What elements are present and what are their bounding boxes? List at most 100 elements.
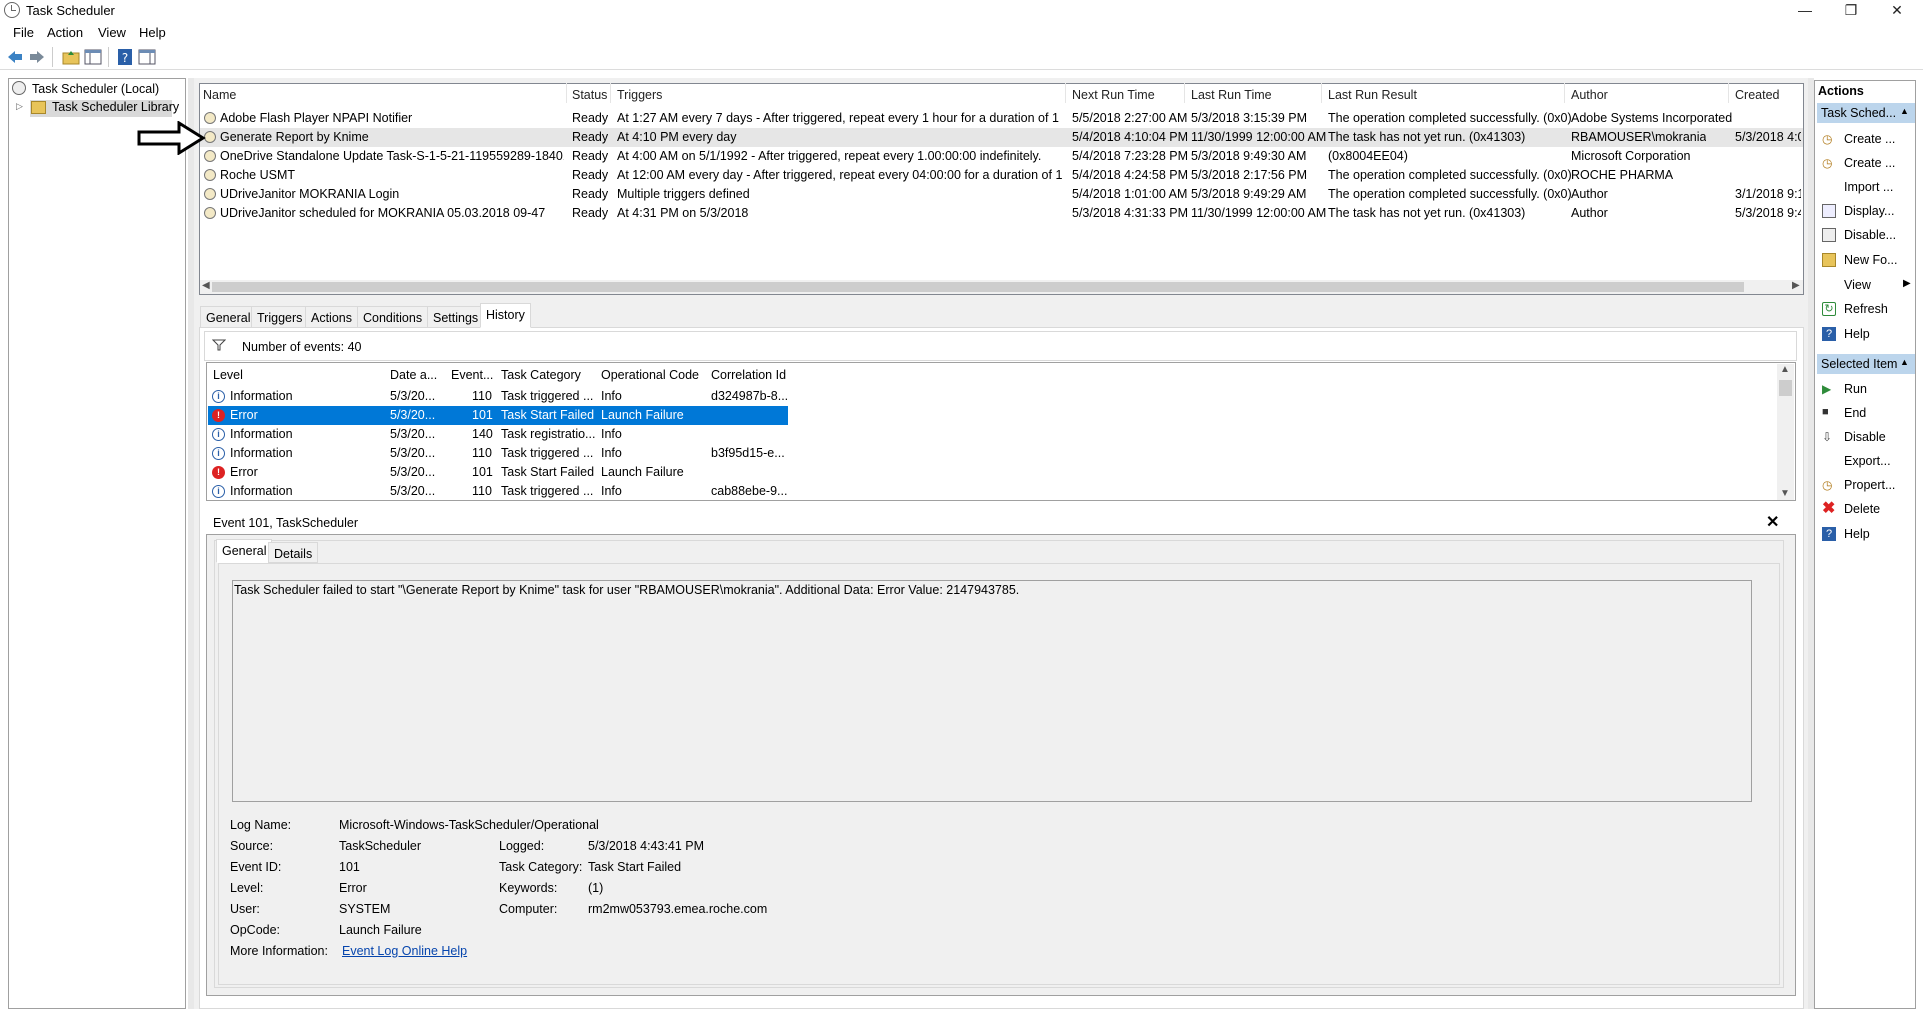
restore-icon[interactable]: ❐ [1828, 0, 1874, 22]
column-header-event-id[interactable]: Event... [451, 368, 493, 382]
task-name: Adobe Flash Player NPAPI Notifier [220, 111, 413, 125]
table-row[interactable]: OneDrive Standalone Update Task-S-1-5-21… [200, 147, 1803, 166]
action-create-task[interactable]: Create ... [1844, 156, 1895, 170]
collapse-up-icon[interactable]: ▲ [1900, 357, 1909, 367]
action-import[interactable]: Import ... [1844, 180, 1893, 194]
show-hide-console-tree-icon[interactable] [84, 48, 102, 66]
folder-up-icon[interactable] [62, 48, 80, 66]
task-next-run: 5/4/2018 4:10:04 PM [1072, 130, 1189, 144]
back-arrow-icon[interactable] [6, 48, 24, 66]
tree-item-task-scheduler-library[interactable]: Task Scheduler Library [52, 100, 179, 114]
action-display-running-tasks[interactable]: Display... [1844, 204, 1894, 218]
table-row[interactable]: Adobe Flash Player NPAPI Notifier Ready … [200, 109, 1803, 128]
event-row-selected[interactable]: ! Error 5/3/20... 101 Task Start Failed … [208, 406, 788, 425]
column-separator[interactable] [1184, 83, 1185, 103]
event-row[interactable]: i Information 5/3/20... 110 Task trigger… [208, 482, 788, 501]
action-new-folder[interactable]: New Fo... [1844, 253, 1898, 267]
show-hide-action-pane-icon[interactable] [138, 48, 156, 66]
help-icon[interactable]: ? [116, 48, 134, 66]
column-header-operational-code[interactable]: Operational Code [601, 368, 699, 382]
scroll-down-icon[interactable]: ▼ [1780, 488, 1790, 499]
tab-actions[interactable]: Actions [305, 306, 358, 328]
tab-general[interactable]: General [200, 306, 257, 328]
table-row-selected[interactable]: Generate Report by Knime Ready At 4:10 P… [200, 128, 1803, 147]
tab-event-details[interactable]: Details [268, 542, 319, 563]
action-help-selected[interactable]: Help [1844, 527, 1870, 541]
column-header-author[interactable]: Author [1571, 88, 1608, 102]
column-header-date[interactable]: Date a... [390, 368, 437, 382]
event-row[interactable]: ! Error 5/3/20... 101 Task Start Failed … [208, 463, 788, 482]
action-disable[interactable]: Disable [1844, 430, 1886, 444]
column-header-correlation-id[interactable]: Correlation Id [711, 368, 786, 382]
column-header-created[interactable]: Created [1735, 88, 1779, 102]
close-icon[interactable]: ✕ [1874, 0, 1920, 22]
table-row[interactable]: UDriveJanitor MOKRANIA Login Ready Multi… [200, 185, 1803, 204]
menu-help[interactable]: Help [139, 25, 166, 40]
table-row[interactable]: UDriveJanitor scheduled for MOKRANIA 05.… [200, 204, 1803, 223]
scroll-left-icon[interactable]: ◀ [202, 280, 210, 291]
action-delete[interactable]: Delete [1844, 502, 1880, 516]
event-log-online-help-link[interactable]: Event Log Online Help [342, 944, 467, 958]
event-id-label: Event ID: [230, 860, 282, 874]
scroll-right-icon[interactable]: ▶ [1792, 280, 1800, 291]
column-separator[interactable] [1728, 83, 1729, 103]
task-last-run: 5/3/2018 3:15:39 PM [1191, 111, 1308, 125]
table-row[interactable]: Roche USMT Ready At 12:00 AM every day -… [200, 166, 1803, 185]
action-create-basic-task[interactable]: Create ... [1844, 132, 1895, 146]
tab-history[interactable]: History [480, 303, 531, 328]
close-event-detail-icon[interactable]: ✕ [1766, 512, 1779, 532]
task-last-run: 5/3/2018 2:17:56 PM [1191, 168, 1308, 182]
scrollbar-thumb[interactable] [212, 282, 1744, 292]
menu-file[interactable]: File [13, 25, 34, 40]
action-view[interactable]: View [1844, 278, 1871, 292]
action-refresh[interactable]: Refresh [1844, 302, 1888, 316]
action-run[interactable]: Run [1844, 382, 1867, 396]
column-separator[interactable] [1564, 83, 1565, 103]
event-id: 140 [472, 427, 493, 441]
column-header-triggers[interactable]: Triggers [617, 88, 662, 102]
column-header-last-run-time[interactable]: Last Run Time [1191, 88, 1272, 102]
forward-arrow-icon[interactable] [28, 48, 46, 66]
event-id: 110 [472, 389, 492, 403]
tab-settings[interactable]: Settings [427, 306, 485, 328]
event-date: 5/3/20... [390, 408, 436, 422]
user-value: SYSTEM [339, 902, 391, 916]
task-name: OneDrive Standalone Update Task-S-1-5-21… [220, 149, 564, 163]
event-description-box[interactable] [232, 580, 1752, 802]
action-help[interactable]: Help [1844, 327, 1870, 341]
menu-view[interactable]: View [98, 25, 126, 40]
display-tasks-icon [1822, 204, 1836, 218]
tab-conditions[interactable]: Conditions [357, 306, 429, 328]
event-row[interactable]: i Information 5/3/20... 140 Task registr… [208, 425, 788, 444]
tree-root-task-scheduler-local[interactable]: Task Scheduler (Local) [32, 82, 159, 96]
column-header-level[interactable]: Level [213, 368, 243, 382]
column-header-last-run-result[interactable]: Last Run Result [1328, 88, 1417, 102]
scrollbar-thumb[interactable] [1779, 380, 1792, 396]
action-disable-history[interactable]: Disable... [1844, 228, 1896, 242]
column-header-name[interactable]: Name [203, 88, 236, 102]
event-opcode: Info [601, 484, 622, 498]
column-header-task-category[interactable]: Task Category [501, 368, 581, 382]
action-end[interactable]: End [1844, 406, 1866, 420]
clock-icon [12, 81, 26, 95]
event-row[interactable]: i Information 5/3/20... 110 Task trigger… [208, 387, 788, 406]
action-export[interactable]: Export... [1844, 454, 1891, 468]
collapse-up-icon[interactable]: ▲ [1900, 106, 1909, 116]
column-separator[interactable] [1065, 83, 1066, 103]
column-separator[interactable] [566, 83, 567, 103]
minimize-icon[interactable]: — [1782, 0, 1828, 22]
column-header-next-run-time[interactable]: Next Run Time [1072, 88, 1155, 102]
menu-action[interactable]: Action [47, 25, 83, 40]
logged-label: Logged: [499, 839, 545, 853]
column-separator[interactable] [610, 83, 611, 103]
tab-triggers[interactable]: Triggers [251, 306, 309, 328]
column-header-status[interactable]: Status [572, 88, 607, 102]
scroll-up-icon[interactable]: ▲ [1780, 364, 1790, 375]
chevron-right-icon[interactable]: ▷ [16, 101, 23, 112]
filter-icon[interactable] [211, 338, 227, 355]
action-properties[interactable]: Propert... [1844, 478, 1895, 492]
event-date: 5/3/20... [390, 484, 436, 498]
event-row[interactable]: i Information 5/3/20... 110 Task trigger… [208, 444, 788, 463]
column-separator[interactable] [1321, 83, 1322, 103]
tab-event-general[interactable]: General [216, 539, 273, 563]
